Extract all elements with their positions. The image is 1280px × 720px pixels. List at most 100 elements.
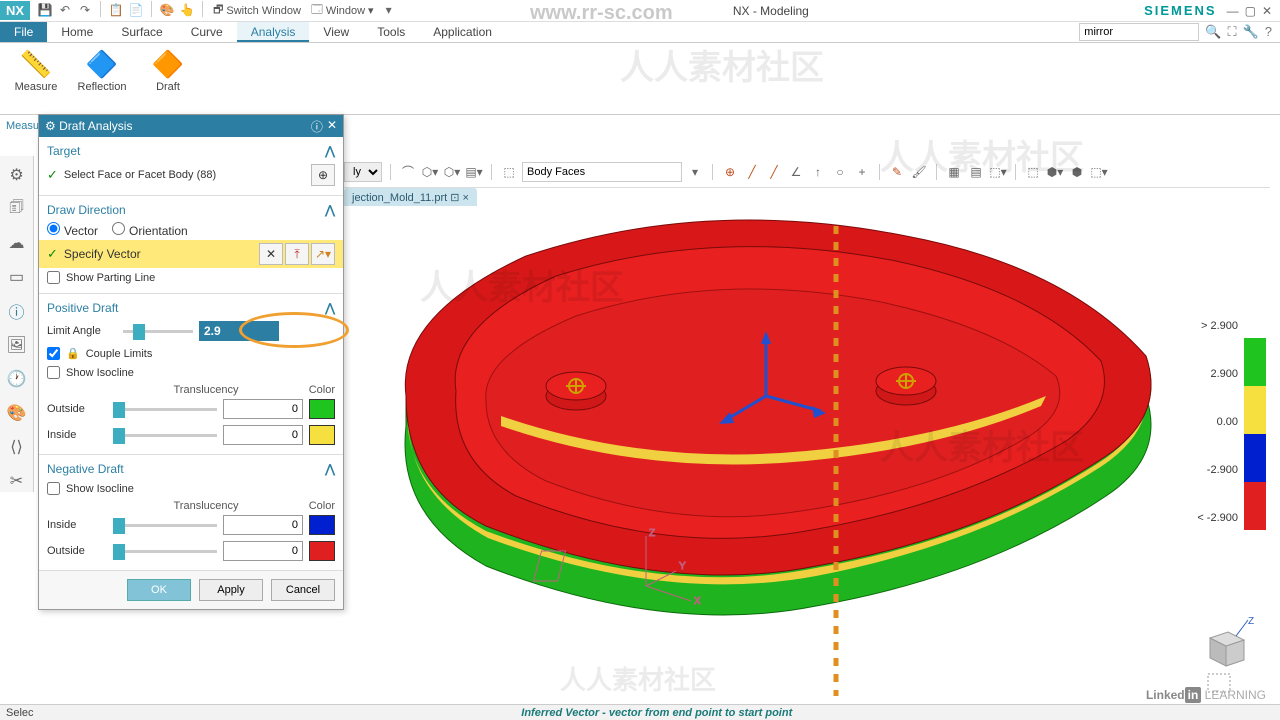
cloud-icon[interactable]: ☁ xyxy=(6,232,28,254)
neg-outside-slider[interactable] xyxy=(113,550,217,553)
couple-limits-checkbox[interactable] xyxy=(47,347,60,360)
angle-icon[interactable]: ∠ xyxy=(787,163,805,181)
dialog-close-icon[interactable]: ✕ xyxy=(327,118,337,135)
plus-icon[interactable]: + xyxy=(853,163,871,181)
tab-close-icon[interactable]: × xyxy=(463,192,469,204)
menu-tools[interactable]: Tools xyxy=(363,22,419,42)
neg-inside-color-swatch[interactable] xyxy=(309,515,335,535)
ribbon-measure[interactable]: 📏 Measure xyxy=(8,47,64,110)
up-icon[interactable]: ↑ xyxy=(809,163,827,181)
tab-pin-icon[interactable]: ⊡ xyxy=(450,192,459,204)
touch-icon[interactable]: 👆 xyxy=(178,1,196,19)
close-icon[interactable]: ✕ xyxy=(1262,4,1272,18)
copy-icon[interactable]: 📋 xyxy=(107,1,125,19)
layer-icon[interactable]: ▤▾ xyxy=(465,163,483,181)
section-target[interactable]: Target⋀ xyxy=(47,141,335,161)
clock-icon[interactable]: 🕐 xyxy=(6,368,28,390)
grid-icon[interactable]: ▦ xyxy=(945,163,963,181)
save-icon[interactable]: 💾 xyxy=(36,1,54,19)
menu-analysis[interactable]: Analysis xyxy=(237,22,310,42)
line-icon[interactable]: ╱ xyxy=(743,163,761,181)
viewport[interactable]: Z X Y Z xyxy=(344,206,1268,706)
limit-angle-input[interactable] xyxy=(199,321,279,341)
neg-inside-input[interactable] xyxy=(223,515,303,535)
search-input[interactable] xyxy=(1079,23,1199,41)
menu-file[interactable]: File xyxy=(0,22,47,42)
radio-orientation[interactable]: Orientation xyxy=(112,222,188,238)
outside-translucency-slider[interactable] xyxy=(113,408,217,411)
paste-icon[interactable]: 📄 xyxy=(127,1,145,19)
gear-icon[interactable]: ⚙ xyxy=(6,164,28,186)
scissors-icon[interactable]: ✂ xyxy=(6,470,28,492)
menu-view[interactable]: View xyxy=(309,22,363,42)
show-isocline-neg-checkbox[interactable] xyxy=(47,482,60,495)
section-draw-direction[interactable]: Draw Direction⋀ xyxy=(47,200,335,220)
undo-icon[interactable]: ↶ xyxy=(56,1,74,19)
section-positive-draft[interactable]: Positive Draft⋀ xyxy=(47,298,335,318)
limit-angle-slider[interactable] xyxy=(123,330,193,333)
brush-icon[interactable]: 🖌 xyxy=(910,163,928,181)
bracket-icon[interactable]: ⟨⟩ xyxy=(6,436,28,458)
section-negative-draft[interactable]: Negative Draft⋀ xyxy=(47,459,335,479)
window-menu[interactable]: 🗔 Window ▾ xyxy=(307,1,378,20)
pen-icon[interactable]: ✎ xyxy=(888,163,906,181)
list-icon[interactable]: ▤ xyxy=(967,163,985,181)
ok-button[interactable]: OK xyxy=(127,579,191,601)
vector-swap-icon[interactable]: ✕ xyxy=(259,243,283,265)
inside-translucency-input[interactable] xyxy=(223,425,303,445)
maximize-icon[interactable]: ▢ xyxy=(1245,4,1256,18)
menu-surface[interactable]: Surface xyxy=(107,22,176,42)
dropdown-icon[interactable]: ▾ xyxy=(380,1,398,19)
cancel-button[interactable]: Cancel xyxy=(271,579,335,601)
image-icon[interactable]: 🖼 xyxy=(6,334,28,356)
dialog-titlebar[interactable]: ⚙ Draft Analysis ⓘ ✕ xyxy=(39,115,343,137)
ribbon-draft[interactable]: 🔶 Draft xyxy=(140,47,196,110)
ribbon-reflection[interactable]: 🔷 Reflection xyxy=(74,47,130,110)
fullscreen-icon[interactable]: ⛶ xyxy=(1227,24,1236,40)
apply-button[interactable]: Apply xyxy=(199,579,263,601)
outside-color-swatch[interactable] xyxy=(309,399,335,419)
outside-translucency-input[interactable] xyxy=(223,399,303,419)
menu-application[interactable]: Application xyxy=(419,22,506,42)
neg-outside-input[interactable] xyxy=(223,541,303,561)
neg-inside-slider[interactable] xyxy=(113,524,217,527)
arc-icon[interactable]: ⌒ xyxy=(399,163,417,181)
wire-icon[interactable]: ⬚ xyxy=(1024,163,1042,181)
info-icon[interactable]: ⓘ xyxy=(6,300,28,322)
circle-icon[interactable]: ○ xyxy=(831,163,849,181)
inside-translucency-slider[interactable] xyxy=(113,434,217,437)
render-icon[interactable]: ⬢ xyxy=(1068,163,1086,181)
switch-window-button[interactable]: 🗗 Switch Window xyxy=(209,1,305,20)
document-tab[interactable]: jection_Mold_11.prt ⊡ × xyxy=(344,188,477,207)
shade-icon[interactable]: ⬢▾ xyxy=(1046,163,1064,181)
select-face-button[interactable]: ⊕ xyxy=(311,164,335,186)
vector-infer-icon[interactable]: ↗▾ xyxy=(311,243,335,265)
scope-select[interactable] xyxy=(522,162,682,182)
filter-select[interactable]: ly xyxy=(344,162,382,182)
more-icon[interactable]: ⬚▾ xyxy=(1090,163,1108,181)
hex2-icon[interactable]: ⬡▾ xyxy=(443,163,461,181)
line2-icon[interactable]: ╱ xyxy=(765,163,783,181)
cube-icon[interactable]: 🗊 xyxy=(6,198,28,220)
neg-outside-color-swatch[interactable] xyxy=(309,541,335,561)
crosshair-icon[interactable]: ⊕ xyxy=(721,163,739,181)
show-parting-checkbox[interactable] xyxy=(47,271,60,284)
menu-curve[interactable]: Curve xyxy=(177,22,237,42)
dialog-reset-icon[interactable]: ⓘ xyxy=(311,118,323,135)
vector-axis-icon[interactable]: ⤒ xyxy=(285,243,309,265)
inside-color-swatch[interactable] xyxy=(309,425,335,445)
menu-home[interactable]: Home xyxy=(47,22,107,42)
search-icon[interactable]: 🔍 xyxy=(1205,24,1221,40)
box-icon[interactable]: ▭ xyxy=(6,266,28,288)
palette-icon[interactable]: 🎨 xyxy=(158,1,176,19)
cube2-icon[interactable]: ⬚ xyxy=(500,163,518,181)
radio-vector[interactable]: Vector xyxy=(47,222,98,238)
hex-icon[interactable]: ⬡▾ xyxy=(421,163,439,181)
layers-icon[interactable]: ⬚▾ xyxy=(989,163,1007,181)
redo-icon[interactable]: ↷ xyxy=(76,1,94,19)
help-icon[interactable]: ? xyxy=(1265,24,1272,40)
show-isocline-pos-checkbox[interactable] xyxy=(47,366,60,379)
palette-rail-icon[interactable]: 🎨 xyxy=(6,402,28,424)
wrench-icon[interactable]: 🔧 xyxy=(1243,24,1259,40)
minimize-icon[interactable]: — xyxy=(1227,4,1239,18)
